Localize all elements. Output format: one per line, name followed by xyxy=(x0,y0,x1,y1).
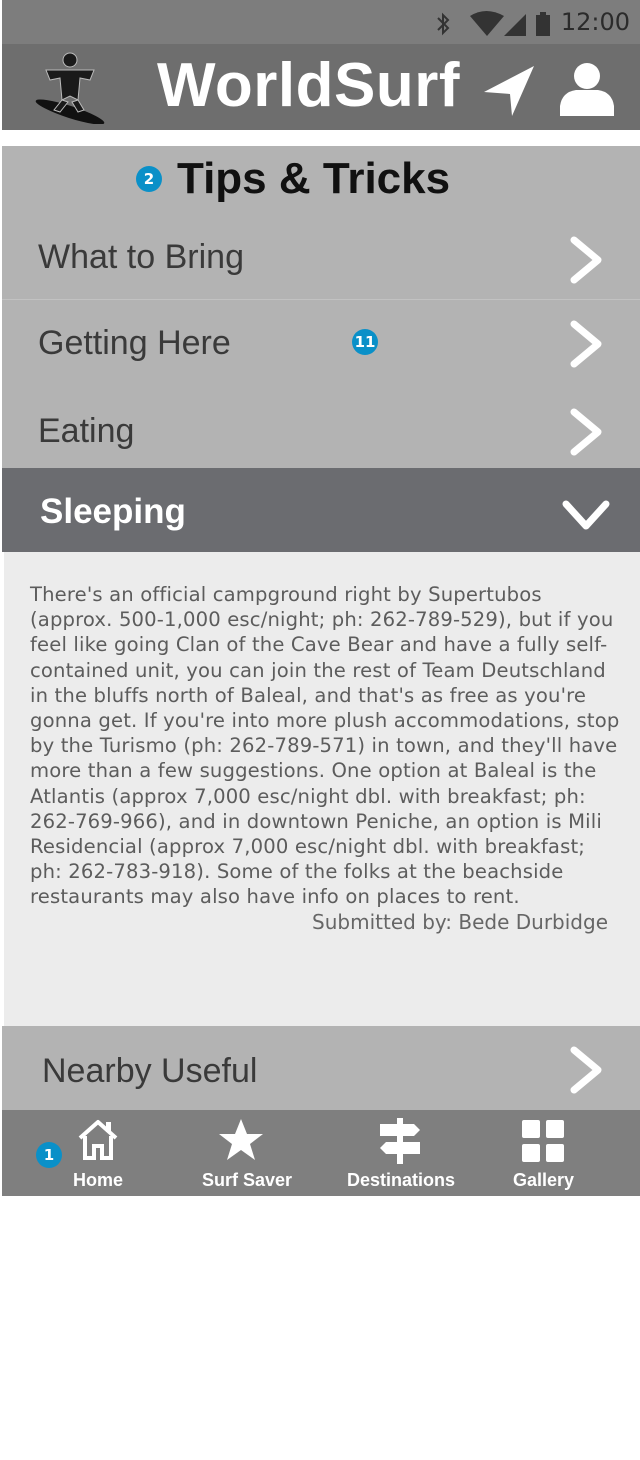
list-item-label: Eating xyxy=(38,412,135,450)
annotation-badge: 11 xyxy=(352,329,378,355)
tab-home[interactable]: Home xyxy=(62,1110,134,1196)
bluetooth-icon xyxy=(437,12,450,36)
list-item-label: Getting Here xyxy=(38,324,231,362)
list-item-eating[interactable]: Eating xyxy=(2,386,640,468)
home-icon xyxy=(78,1120,118,1160)
wifi-icon xyxy=(470,11,504,36)
list-item-what-to-bring[interactable]: What to Bring xyxy=(2,216,640,300)
status-bar: 12:00 xyxy=(2,0,640,44)
chevron-right-icon xyxy=(570,408,602,456)
tips-section: 2 Tips & Tricks What to Bring Getting He… xyxy=(2,146,640,468)
app-title: WorldSurf xyxy=(157,51,460,120)
list-item-label: Nearby Useful xyxy=(42,1052,258,1090)
tab-label: Home xyxy=(73,1170,124,1190)
bottom-tab-bar: 1 Home Surf Saver Destinations Gallery xyxy=(2,1110,640,1196)
section-title: Tips & Tricks xyxy=(177,154,451,203)
chevron-right-icon xyxy=(570,236,602,284)
header-gap xyxy=(0,130,640,146)
tab-destinations[interactable]: Destinations xyxy=(342,1110,458,1196)
list-item-nearby-useful[interactable]: Nearby Useful xyxy=(2,1026,640,1110)
star-icon xyxy=(219,1119,263,1160)
signpost-icon xyxy=(380,1118,420,1164)
list-item-getting-here[interactable]: Getting Here 11 xyxy=(2,300,640,386)
tab-surf-saver[interactable]: Surf Saver xyxy=(198,1110,294,1196)
tab-label: Gallery xyxy=(513,1170,575,1190)
submitted-by: Submitted by: Bede Durbidge xyxy=(312,910,608,934)
annotation-badge: 1 xyxy=(36,1142,62,1168)
location-arrow-icon[interactable] xyxy=(482,64,536,116)
chevron-down-icon xyxy=(562,500,610,530)
list-item-label: What to Bring xyxy=(38,238,244,276)
list-item-label: Sleeping xyxy=(40,492,186,531)
tip-body-text: There's an official campground right by … xyxy=(30,583,620,909)
status-icons xyxy=(437,11,550,36)
app-header: WorldSurf xyxy=(2,44,640,130)
status-time: 12:00 xyxy=(560,8,630,36)
tab-gallery[interactable]: Gallery xyxy=(506,1110,586,1196)
profile-icon[interactable] xyxy=(558,60,616,116)
signal-icon xyxy=(504,14,526,36)
annotation-badge: 2 xyxy=(136,166,162,192)
tab-label: Surf Saver xyxy=(202,1170,293,1190)
battery-icon xyxy=(536,12,550,36)
chevron-right-icon xyxy=(570,1046,602,1094)
tab-label: Destinations xyxy=(347,1170,456,1190)
list-item-sleeping-expanded[interactable]: Sleeping xyxy=(2,468,640,552)
surfer-logo-icon[interactable] xyxy=(32,50,108,124)
grid-icon xyxy=(522,1120,564,1162)
expanded-content: There's an official campground right by … xyxy=(4,552,640,1026)
chevron-right-icon xyxy=(570,320,602,368)
